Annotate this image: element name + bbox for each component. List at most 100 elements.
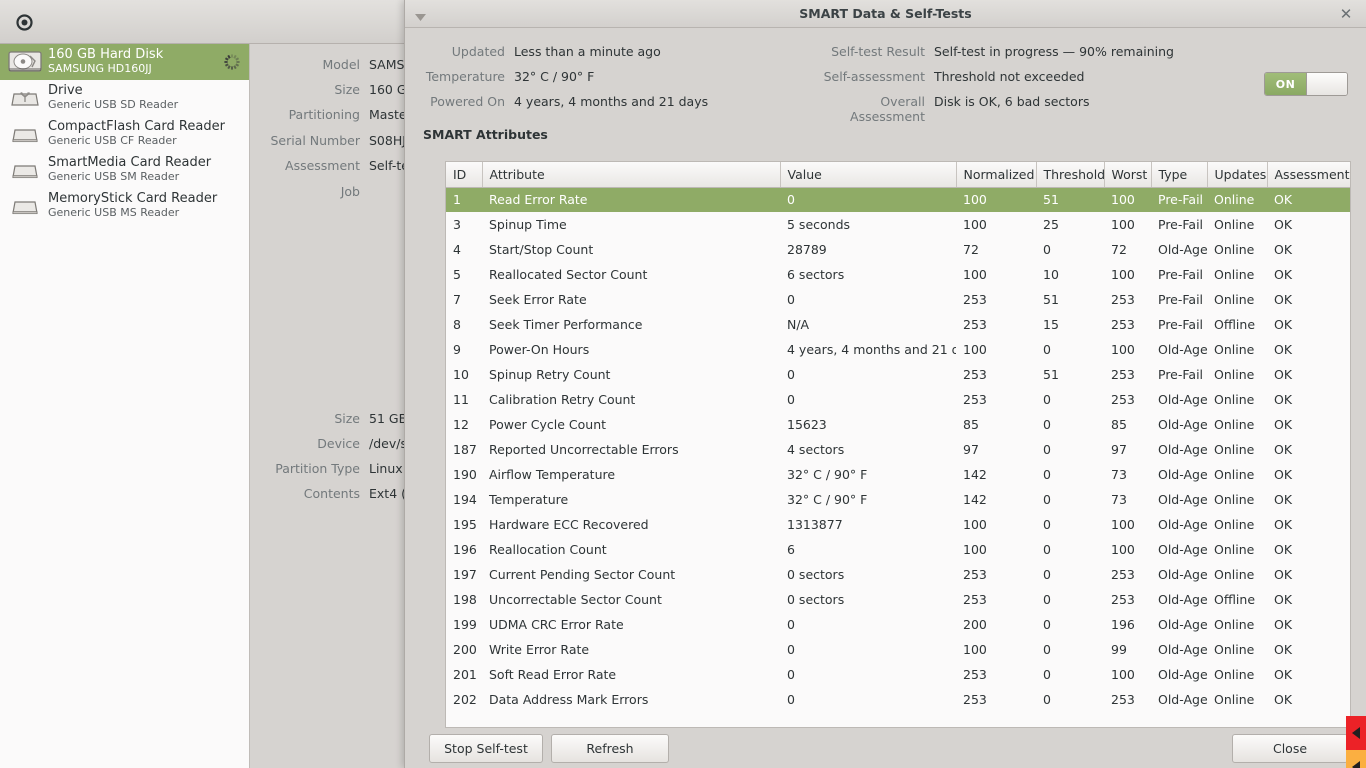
table-row[interactable]: 4 Start/Stop Count 28789 72 0 72 Old-Age Online… (446, 237, 1350, 262)
sidebar-item-disk-1[interactable]: Drive Generic USB SD Reader (0, 80, 249, 116)
table-row[interactable]: 199 UDMA CRC Error Rate 0 200 0 196 Old-Age Onl… (446, 612, 1350, 637)
cell-assessment: OK (1274, 642, 1293, 657)
table-row[interactable]: 8 Seek Timer Performance N/A 253 15 253 Pre-Fa… (446, 312, 1350, 337)
sidebar-item-disk-2[interactable]: CompactFlash Card Reader Generic USB CF R… (0, 116, 249, 152)
cell-updates: Online (1214, 267, 1255, 282)
cell-id: 202 (453, 692, 477, 707)
table-row[interactable]: 187 Reported Uncorrectable Errors 4 sector… (446, 437, 1350, 462)
column-header-normalized[interactable]: Normalized (956, 162, 1037, 188)
table-row[interactable]: 7 Seek Error Rate 0 253 51 253 Pre-Fail Online O… (446, 287, 1350, 312)
cell-attribute: Start/Stop Count (489, 242, 594, 257)
column-header-id[interactable]: ID (446, 162, 483, 188)
close-icon[interactable]: ✕ (1336, 4, 1356, 24)
table-row[interactable]: 12 Power Cycle Count 15623 85 0 85 Old-Age Onli… (446, 412, 1350, 437)
table-body[interactable]: 1 Read Error Rate 0 100 51 100 Pre-Fail Online O… (446, 187, 1350, 712)
cell-updates: Online (1214, 542, 1255, 557)
table-row[interactable]: 190 Airflow Temperature 32° C / 90° F 142 0 7… (446, 462, 1350, 487)
table-row[interactable]: 9 Power-On Hours 4 years, 4 months and 21 … (446, 337, 1350, 362)
cell-value: 6 sectors (787, 267, 845, 282)
cell-id: 187 (453, 442, 477, 457)
table-row[interactable]: 196 Reallocation Count 6 100 0 100 Old-Age Onli… (446, 537, 1350, 562)
disk-label-group: MemoryStick Card Reader Generic USB MS Re… (48, 192, 241, 220)
cell-updates: Online (1214, 442, 1255, 457)
cell-threshold: 15 (1043, 317, 1059, 332)
table-row[interactable]: 201 Soft Read Error Rate 0 253 0 100 Old-Age On… (446, 662, 1350, 687)
column-header-updates[interactable]: Updates (1207, 162, 1268, 188)
cell-updates: Online (1214, 217, 1255, 232)
field-label: Partitioning (288, 107, 360, 122)
cell-normalized: 142 (963, 467, 987, 482)
toggle-on-label: ON (1265, 73, 1307, 95)
disk-subtitle: Generic USB SM Reader (48, 171, 180, 184)
field-label: Contents (303, 486, 360, 501)
table-row[interactable]: 197 Current Pending Sector Count 0 sectors… (446, 562, 1350, 587)
cell-value: 5 seconds (787, 217, 851, 232)
summary-label: Powered On (430, 94, 505, 109)
summary-label: Updated (451, 44, 505, 59)
cell-normalized: 253 (963, 592, 987, 607)
table-row[interactable]: 194 Temperature 32° C / 90° F 142 0 73 Old-Age… (446, 487, 1350, 512)
cell-id: 198 (453, 592, 477, 607)
disk-title: MemoryStick Card Reader (48, 192, 218, 207)
cell-assessment: OK (1274, 317, 1293, 332)
smart-attributes-table-frame[interactable]: ID Attribute Value Normalized Threshold Worst… (445, 161, 1351, 728)
cell-id: 12 (453, 417, 469, 432)
column-header-threshold[interactable]: Threshold (1036, 162, 1105, 188)
device-sidebar[interactable]: 160 GB Hard Disk SAMSUNG HD160JJ Drive Gene… (0, 44, 250, 768)
record-icon[interactable] (16, 14, 33, 31)
cell-updates: Online (1214, 292, 1255, 307)
cell-id: 190 (453, 467, 477, 482)
cell-worst: 100 (1111, 517, 1135, 532)
cell-attribute: Reallocated Sector Count (489, 267, 648, 282)
table-row[interactable]: 10 Spinup Retry Count 0 253 51 253 Pre-Fail Onl… (446, 362, 1350, 387)
stop-self-test-button[interactable]: Stop Self-test (429, 734, 543, 763)
cell-updates: Online (1214, 392, 1255, 407)
cell-type: Old-Age (1158, 667, 1207, 682)
column-header-assessment[interactable]: Assessment (1267, 162, 1350, 188)
cell-normalized: 253 (963, 317, 987, 332)
sidebar-item-disk-4[interactable]: MemoryStick Card Reader Generic USB MS Re… (0, 188, 249, 224)
cell-attribute: Airflow Temperature (489, 467, 616, 482)
red-edge-tab[interactable] (1346, 716, 1366, 750)
table-row[interactable]: 200 Write Error Rate 0 100 0 99 Old-Age Online O… (446, 637, 1350, 662)
cell-normalized: 253 (963, 367, 987, 382)
table-row[interactable]: 11 Calibration Retry Count 0 253 0 253 Old-Age… (446, 387, 1350, 412)
disk-title: Drive (48, 84, 83, 99)
table-row[interactable]: 198 Uncorrectable Sector Count 0 sectors 25… (446, 587, 1350, 612)
column-header-type[interactable]: Type (1151, 162, 1208, 188)
cell-value: 28789 (787, 242, 827, 257)
sidebar-item-disk-3[interactable]: SmartMedia Card Reader Generic USB SM Rea… (0, 152, 249, 188)
cell-attribute: Power Cycle Count (489, 417, 607, 432)
table-header-row[interactable]: ID Attribute Value Normalized Threshold Worst… (446, 162, 1350, 188)
table-row[interactable]: 5 Reallocated Sector Count 6 sectors 100 10 1… (446, 262, 1350, 287)
cell-updates: Online (1214, 642, 1255, 657)
table-row[interactable]: 202 Data Address Mark Errors 0 253 0 253 Old-A… (446, 687, 1350, 712)
orange-edge-tab[interactable] (1346, 750, 1366, 768)
smart-enabled-toggle[interactable]: ON (1264, 72, 1348, 96)
drive-field-5: Job (250, 184, 369, 199)
sidebar-item-disk-0[interactable]: 160 GB Hard Disk SAMSUNG HD160JJ (0, 44, 249, 80)
toggle-knob[interactable] (1307, 73, 1347, 95)
table-row[interactable]: 1 Read Error Rate 0 100 51 100 Pre-Fail Online O… (446, 187, 1350, 212)
cell-attribute: Data Address Mark Errors (489, 692, 649, 707)
smart-attributes-table[interactable]: ID Attribute Value Normalized Threshold Worst… (446, 162, 1350, 712)
column-header-value[interactable]: Value (780, 162, 957, 188)
cell-value: 0 (787, 367, 795, 382)
table-row[interactable]: 3 Spinup Time 5 seconds 100 25 100 Pre-Fail Onl… (446, 212, 1350, 237)
cell-value: 0 (787, 667, 795, 682)
cell-worst: 99 (1111, 642, 1127, 657)
refresh-button[interactable]: Refresh (551, 734, 669, 763)
cell-id: 199 (453, 617, 477, 632)
table-row[interactable]: 195 Hardware ECC Recovered 1313877 100 0 100 O… (446, 512, 1350, 537)
column-header-worst[interactable]: Worst (1104, 162, 1152, 188)
cell-assessment: OK (1274, 517, 1293, 532)
column-header-attribute[interactable]: Attribute (482, 162, 781, 188)
device-list[interactable]: 160 GB Hard Disk SAMSUNG HD160JJ Drive Gene… (0, 44, 249, 224)
summary-value: 32° C / 90° F (514, 69, 595, 84)
cell-id: 8 (453, 317, 461, 332)
cell-value: 4 years, 4 months and 21 days (787, 342, 956, 357)
cell-threshold: 0 (1043, 617, 1051, 632)
summary-left-row-2: Powered On 4 years, 4 months and 21 days (415, 94, 708, 109)
cell-assessment: OK (1274, 217, 1293, 232)
close-button[interactable]: Close (1232, 734, 1348, 763)
